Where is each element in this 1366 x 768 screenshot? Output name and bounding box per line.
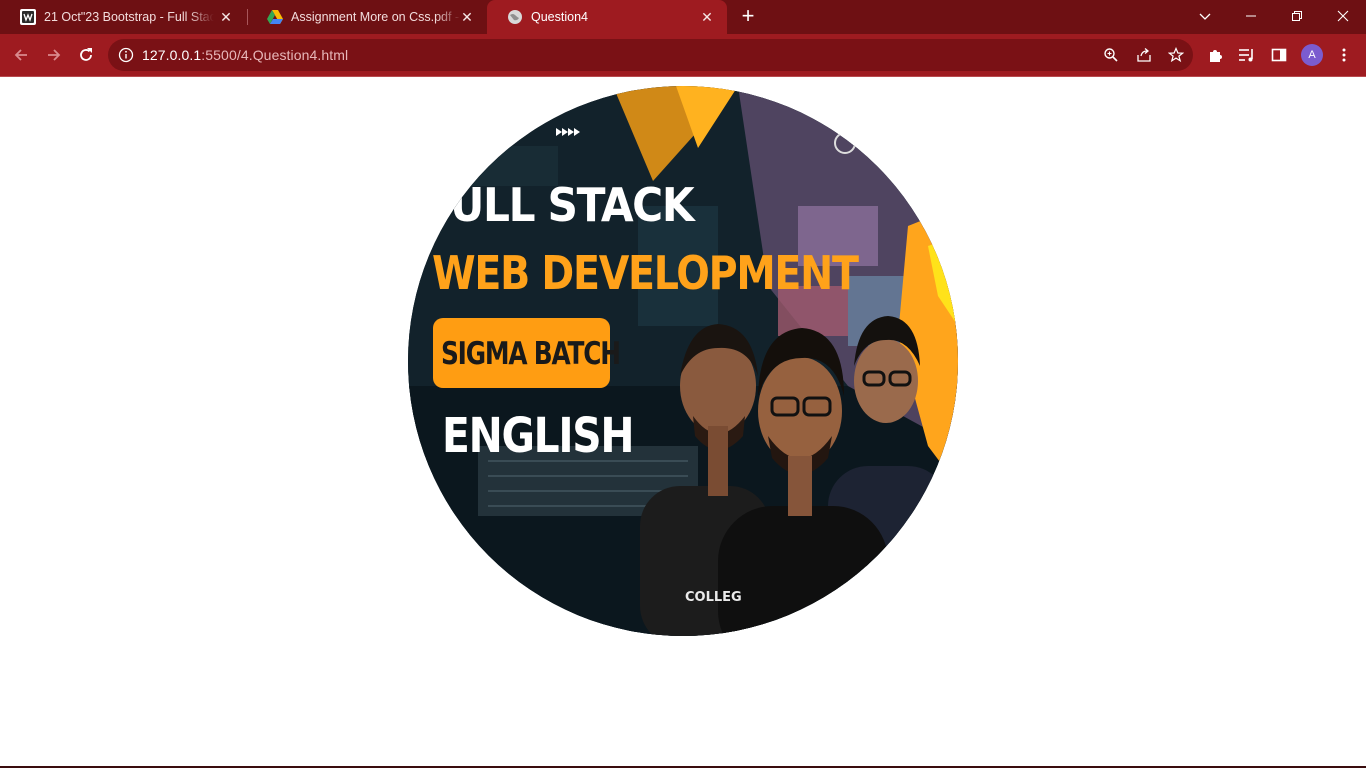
globe-icon <box>507 9 523 25</box>
share-icon[interactable] <box>1135 46 1153 64</box>
profile-avatar[interactable]: A <box>1301 44 1323 66</box>
url-text[interactable]: 127.0.0.1:5500/4.Question4.html <box>142 47 348 63</box>
restore-button[interactable] <box>1274 0 1320 32</box>
browser-window: 21 Oct"23 Bootstrap - Full Stack ✕ Assig… <box>0 0 1366 768</box>
chevron-down-icon <box>1199 13 1211 20</box>
forward-button[interactable] <box>41 42 67 68</box>
tab-title: Assignment More on Css.pdf - Google Driv… <box>291 10 461 24</box>
wordpress-style-icon <box>20 9 36 25</box>
tab-question4[interactable]: Question4 ✕ <box>487 0 727 34</box>
tab-bootstrap[interactable]: 21 Oct"23 Bootstrap - Full Stack ✕ <box>0 0 246 34</box>
close-window-button[interactable] <box>1320 0 1366 32</box>
google-drive-icon <box>267 9 283 25</box>
url-path: :5500/4.Question4.html <box>201 47 349 63</box>
new-tab-button[interactable]: + <box>736 5 760 29</box>
batch-badge-label: SIGMA BATCH <box>441 336 621 372</box>
page-viewport: ULL STACK WEB DEVELOPMENT SIGMA BATCH EN… <box>0 77 1366 766</box>
kebab-menu-icon[interactable] <box>1335 46 1353 64</box>
info-icon[interactable] <box>118 47 134 63</box>
tab-strip: 21 Oct"23 Bootstrap - Full Stack ✕ Assig… <box>0 0 1366 34</box>
minimize-button[interactable] <box>1228 0 1274 32</box>
close-icon[interactable]: ✕ <box>459 9 475 25</box>
circular-banner-image: ULL STACK WEB DEVELOPMENT SIGMA BATCH EN… <box>408 86 958 636</box>
reload-icon <box>80 48 92 61</box>
tab-google-drive[interactable]: Assignment More on Css.pdf - Google Driv… <box>247 0 487 34</box>
bookmark-star-icon[interactable] <box>1167 46 1185 64</box>
side-panel-icon[interactable] <box>1270 46 1288 64</box>
arrow-right-icon <box>48 49 61 61</box>
tab-title: 21 Oct"23 Bootstrap - Full Stack <box>44 10 214 24</box>
close-icon[interactable]: ✕ <box>699 9 715 25</box>
restore-icon <box>1292 11 1302 21</box>
minimize-icon <box>1246 15 1256 17</box>
zoom-icon[interactable] <box>1102 46 1120 64</box>
media-queue-icon[interactable] <box>1238 46 1256 64</box>
tab-search-button[interactable] <box>1182 0 1228 32</box>
browser-toolbar: 127.0.0.1:5500/4.Question4.html A <box>0 34 1366 76</box>
tab-title: Question4 <box>531 10 588 24</box>
shirt-print-text: COLLEG <box>685 590 742 605</box>
back-button[interactable] <box>8 42 34 68</box>
extensions-puzzle-icon[interactable] <box>1207 46 1225 64</box>
reload-button[interactable] <box>73 42 99 68</box>
banner-title-line1: ULL STACK <box>450 178 695 232</box>
address-bar[interactable]: 127.0.0.1:5500/4.Question4.html <box>108 39 1193 71</box>
banner-title-line2: WEB DEVELOPMENT <box>432 246 859 300</box>
arrow-left-icon <box>14 49 27 61</box>
url-host: 127.0.0.1 <box>142 47 202 63</box>
banner-language: ENGLISH <box>442 408 635 464</box>
close-icon <box>1337 10 1349 22</box>
close-icon[interactable]: ✕ <box>218 9 234 25</box>
